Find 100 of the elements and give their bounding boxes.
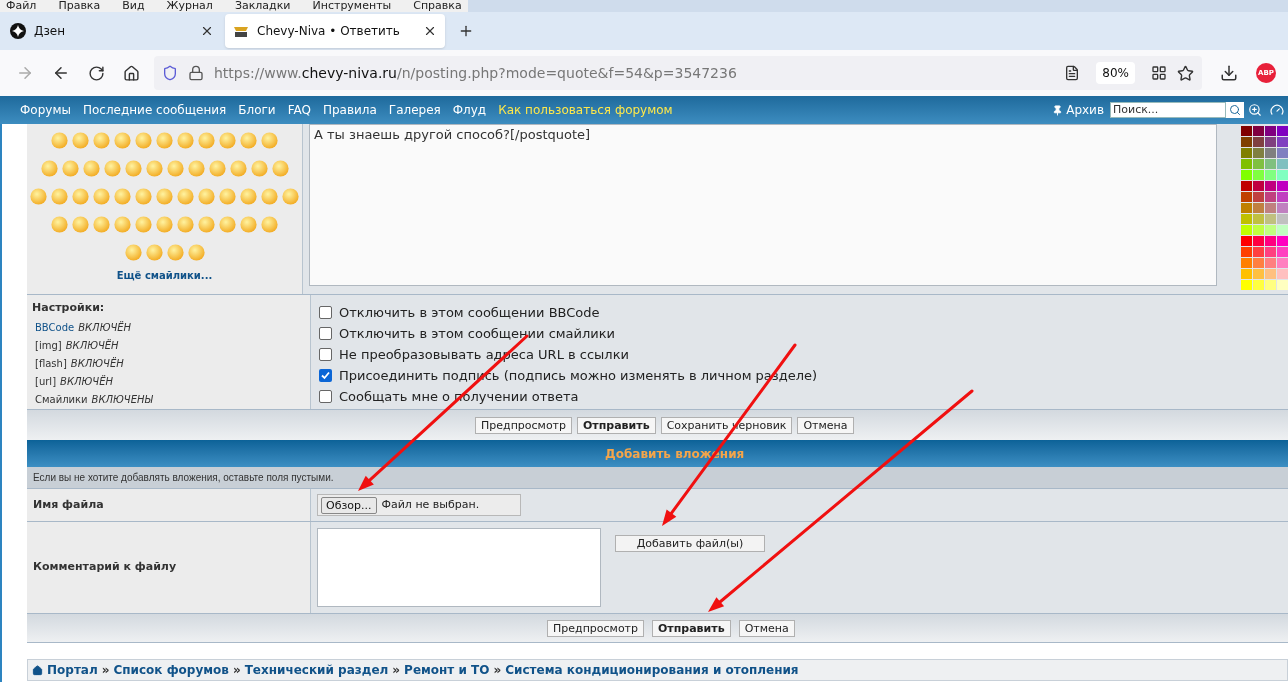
smiley-icon[interactable]	[156, 215, 173, 233]
nav-link[interactable]: Флуд	[452, 101, 487, 119]
smiley-icon[interactable]	[177, 187, 194, 205]
menu-item[interactable]: Вид	[122, 0, 145, 12]
message-textarea[interactable]: А ты знаешь другой способ?[/postquote]	[309, 124, 1217, 286]
browser-tab[interactable]: Chevy-Niva • Ответить	[225, 14, 445, 48]
nav-link[interactable]: Как пользоваться форумом	[498, 101, 673, 119]
smiley-icon[interactable]	[114, 187, 131, 205]
smiley-icon[interactable]	[30, 187, 47, 205]
form-button[interactable]: Предпросмотр	[475, 416, 572, 434]
pin-icon[interactable]	[1052, 104, 1064, 116]
add-files-button[interactable]: Добавить файл(ы)	[615, 535, 765, 552]
comment-textarea[interactable]	[317, 528, 601, 607]
smiley-icon[interactable]	[145, 159, 163, 177]
smiley-icon[interactable]	[135, 131, 152, 149]
reader-view-icon[interactable]	[1064, 65, 1081, 81]
smiley-icon[interactable]	[40, 159, 58, 177]
smiley-icon[interactable]	[219, 215, 236, 233]
back-icon[interactable]	[52, 64, 70, 82]
smiley-icon[interactable]	[166, 159, 184, 177]
checkbox[interactable]	[319, 327, 332, 340]
gauge-icon[interactable]	[1270, 103, 1284, 117]
smiley-icon[interactable]	[51, 215, 68, 233]
menu-item[interactable]: Правка	[58, 0, 101, 12]
bookmark-icon[interactable]	[1177, 64, 1194, 82]
menu-item[interactable]: Справка	[413, 0, 462, 12]
breadcrumb-link[interactable]: Портал	[47, 661, 98, 679]
lock-icon[interactable]	[188, 65, 204, 81]
archive-link[interactable]: Архив	[1066, 101, 1104, 119]
smiley-icon[interactable]	[93, 187, 110, 205]
smiley-icon[interactable]	[261, 187, 278, 205]
search-field[interactable]: Поиск...	[1110, 102, 1226, 118]
nav-link[interactable]: Правила	[322, 101, 377, 119]
menu-item[interactable]: Файл	[6, 0, 37, 12]
smiley-icon[interactable]	[219, 131, 236, 149]
shield-icon[interactable]	[162, 65, 178, 81]
checkbox[interactable]	[319, 348, 332, 361]
new-tab-icon[interactable]	[458, 23, 474, 39]
smiley-icon[interactable]	[103, 159, 121, 177]
smiley-icon[interactable]	[208, 159, 226, 177]
menu-item[interactable]: Журнал	[166, 0, 213, 12]
smiley-icon[interactable]	[51, 187, 68, 205]
smiley-icon[interactable]	[72, 215, 89, 233]
breadcrumb-link[interactable]: Система кондиционирования и отопления	[505, 661, 799, 679]
smiley-icon[interactable]	[51, 131, 68, 149]
form-button[interactable]: Отмена	[738, 619, 795, 637]
smiley-icon[interactable]	[219, 187, 236, 205]
home-icon[interactable]	[123, 64, 140, 82]
smiley-icon[interactable]	[93, 131, 110, 149]
more-smilies-link[interactable]: Ещё смайлики...	[116, 268, 213, 283]
zoom-level[interactable]: 80%	[1096, 62, 1135, 84]
smiley-icon[interactable]	[240, 131, 257, 149]
smiley-icon[interactable]	[198, 215, 215, 233]
smiley-icon[interactable]	[114, 215, 131, 233]
smiley-icon[interactable]	[177, 215, 194, 233]
smiley-icon[interactable]	[124, 243, 142, 261]
smiley-icon[interactable]	[261, 131, 278, 149]
browse-button[interactable]: Обзор...	[321, 496, 377, 514]
smiley-icon[interactable]	[177, 131, 194, 149]
smiley-icon[interactable]	[198, 187, 215, 205]
zoom-in-icon[interactable]	[1248, 103, 1262, 117]
smiley-icon[interactable]	[82, 159, 100, 177]
breadcrumb-link[interactable]: Ремонт и ТО	[404, 661, 490, 679]
smiley-icon[interactable]	[229, 159, 247, 177]
settings-link[interactable]: BBCode	[35, 320, 75, 335]
address-bar[interactable]: https://www.chevy-niva.ru/n/posting.php?mode=quote&f=54&p=3547236 80%	[154, 56, 1202, 90]
checkbox[interactable]	[319, 369, 332, 382]
smiley-icon[interactable]	[72, 131, 89, 149]
smiley-icon[interactable]	[240, 187, 257, 205]
menu-item[interactable]: Инструменты	[312, 0, 392, 12]
nav-link[interactable]: Блоги	[238, 101, 276, 119]
forward-icon[interactable]	[16, 64, 34, 82]
smiley-icon[interactable]	[135, 187, 152, 205]
smiley-icon[interactable]	[250, 159, 268, 177]
checkbox[interactable]	[319, 390, 332, 403]
nav-link[interactable]: Последние сообщения	[82, 101, 227, 119]
file-input[interactable]: Обзор... Файл не выбран.	[317, 494, 521, 516]
smiley-icon[interactable]	[114, 131, 131, 149]
nav-link[interactable]: FAQ	[287, 101, 311, 119]
smiley-icon[interactable]	[156, 131, 173, 149]
smiley-icon[interactable]	[187, 159, 205, 177]
smiley-icon[interactable]	[271, 159, 289, 177]
nav-link[interactable]: Форумы	[20, 101, 71, 119]
form-button[interactable]: Отмена	[797, 416, 854, 434]
submit-button[interactable]: Отправить	[652, 619, 731, 637]
breadcrumb-link[interactable]: Технический раздел	[244, 661, 389, 679]
nav-link[interactable]: Галерея	[388, 101, 441, 119]
close-icon[interactable]	[423, 24, 437, 38]
smiley-icon[interactable]	[135, 215, 152, 233]
smiley-icon[interactable]	[145, 243, 163, 261]
smiley-icon[interactable]	[187, 243, 205, 261]
grid-icon[interactable]	[1151, 65, 1167, 81]
smiley-icon[interactable]	[261, 215, 278, 233]
smiley-icon[interactable]	[93, 215, 110, 233]
breadcrumb-link[interactable]: Список форумов	[113, 661, 229, 679]
menu-item[interactable]: Закладки	[234, 0, 291, 12]
smiley-icon[interactable]	[156, 187, 173, 205]
download-icon[interactable]	[1220, 64, 1238, 82]
smiley-icon[interactable]	[166, 243, 184, 261]
form-button[interactable]: Предпросмотр	[547, 619, 644, 637]
